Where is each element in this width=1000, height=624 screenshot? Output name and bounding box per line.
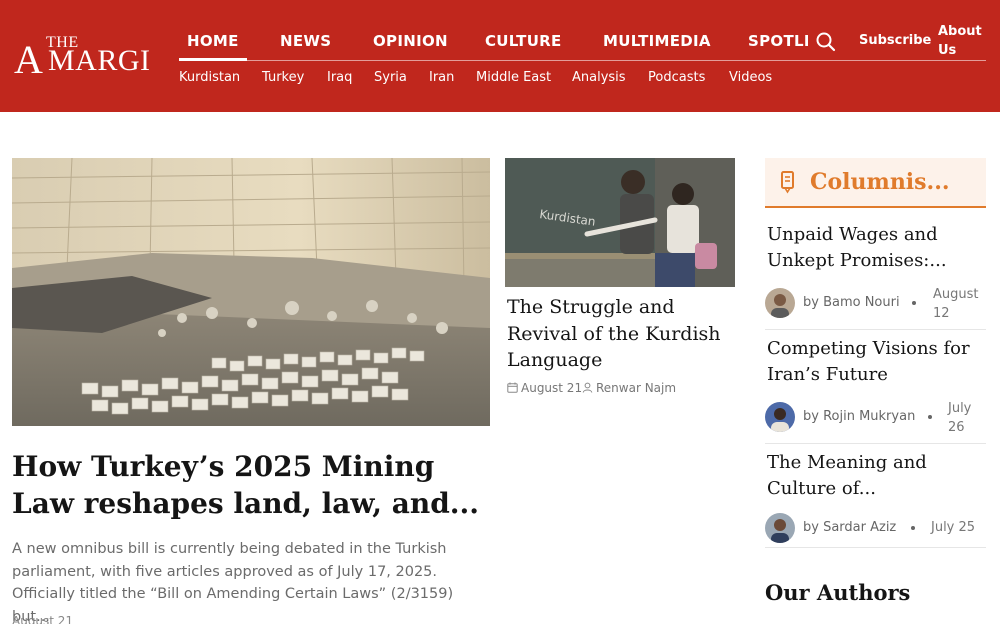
columnists-title: Columnis... [810, 169, 950, 195]
columnists-header: Columnis... [765, 158, 986, 208]
user-icon [582, 382, 593, 396]
feature-image-quarry[interactable] [12, 158, 490, 426]
nav-spotlight[interactable]: SPOTLI [748, 32, 808, 50]
columnist-author[interactable]: by Sardar Aziz [803, 520, 896, 535]
columnist-item[interactable]: The Meaning and Culture of... by Sardar … [765, 450, 986, 548]
subnav-kurdistan[interactable]: Kurdistan [179, 70, 240, 85]
columnist-author[interactable]: by Bamo Nouri [803, 295, 900, 310]
avatar [765, 402, 795, 432]
subnav-syria[interactable]: Syria [374, 70, 407, 85]
search-icon[interactable] [814, 30, 838, 54]
columnist-article-title[interactable]: Competing Visions for Iran’s Future [767, 336, 983, 388]
avatar [765, 513, 795, 543]
nav-news[interactable]: NEWS [280, 32, 331, 50]
subnav-podcasts[interactable]: Podcasts [648, 70, 705, 85]
nav-home[interactable]: HOME [187, 32, 239, 50]
nav-multimedia[interactable]: MULTIMEDIA [603, 32, 711, 50]
card-image-classroom[interactable]: Kurdistan [505, 158, 735, 287]
primary-nav: HOME NEWS OPINION CULTURE MULTIMEDIA SPO… [166, 24, 808, 60]
feature-article-meta: August 21 [12, 614, 74, 624]
nav-divider [179, 60, 986, 61]
separator-dot [912, 301, 916, 305]
card-article-author[interactable]: Renwar Najm [596, 381, 676, 395]
columnist-item[interactable]: Competing Visions for Iran’s Future by R… [765, 336, 986, 444]
about-link[interactable]: About Us [938, 22, 988, 60]
calendar-icon [507, 382, 518, 396]
subnav-turkey[interactable]: Turkey [262, 70, 304, 85]
nav-opinion[interactable]: OPINION [373, 32, 448, 50]
columnist-author[interactable]: by Rojin Mukryan [803, 409, 915, 424]
columnist-date: July 26 [948, 401, 972, 435]
subnav-iraq[interactable]: Iraq [327, 70, 352, 85]
columnist-date: July 25 [931, 520, 976, 535]
pen-note-icon [779, 170, 797, 194]
feature-article-excerpt: A new omnibus bill is currently being de… [12, 541, 454, 624]
feature-article-title[interactable]: How Turkey’s 2025 Mining Law reshapes la… [12, 448, 492, 522]
columnist-date: August 12 [933, 287, 979, 321]
nav-culture[interactable]: CULTURE [485, 32, 562, 50]
subscribe-link[interactable]: Subscribe [859, 33, 931, 48]
logo-initial: A [14, 37, 43, 82]
separator-dot [928, 415, 932, 419]
our-authors-heading: Our Authors [765, 580, 911, 605]
columnist-article-title[interactable]: The Meaning and Culture of... [767, 450, 983, 502]
columnist-item[interactable]: Unpaid Wages and Unkept Promises:... by … [765, 222, 986, 330]
avatar [765, 288, 795, 318]
subnav-videos[interactable]: Videos [729, 70, 772, 85]
subnav-middle-east[interactable]: Middle East [476, 70, 551, 85]
logo-wordmark: MARGI [48, 44, 151, 77]
card-article-date: August 21 [521, 381, 583, 395]
columnist-article-title[interactable]: Unpaid Wages and Unkept Promises:... [767, 222, 983, 274]
site-logo[interactable]: THE A MARGI [12, 34, 152, 82]
subnav-analysis[interactable]: Analysis [572, 70, 626, 85]
separator-dot [911, 526, 915, 530]
subnav-iran[interactable]: Iran [429, 70, 454, 85]
card-article-title[interactable]: The Struggle and Revival of the Kurdish … [507, 294, 737, 374]
site-header: THE A MARGI HOME NEWS OPINION CULTURE MU… [0, 0, 1000, 112]
